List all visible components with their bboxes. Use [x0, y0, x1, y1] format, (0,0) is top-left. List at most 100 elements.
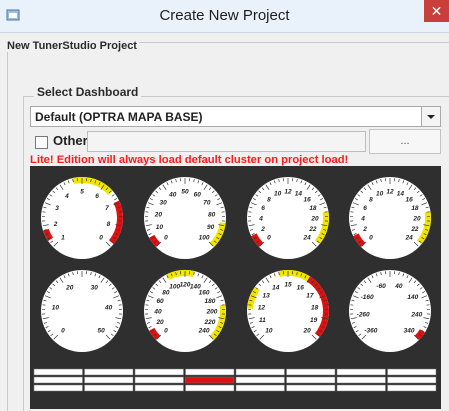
gauge-label: 12	[284, 189, 292, 196]
gauge-label: 24	[302, 235, 311, 242]
indicator-cell	[135, 385, 184, 391]
gauge-label: 20	[155, 319, 164, 326]
gauge-label: 40	[153, 309, 162, 316]
indicator-cell	[186, 385, 235, 391]
gauge-label: 80	[208, 211, 216, 218]
gauge-label: 220	[204, 319, 216, 326]
gauge-label: 10	[274, 191, 282, 198]
gauge-label: 12	[258, 304, 266, 311]
gauge-label: 8	[369, 196, 373, 203]
dropdown-button[interactable]	[421, 107, 440, 126]
gauge-label: 16	[405, 196, 413, 203]
gauge-label: 2	[260, 226, 265, 233]
gauge-label: 16	[303, 196, 311, 203]
gauge-label: 0	[61, 328, 65, 335]
gauge-label: 18	[309, 205, 317, 212]
gauge-label: 18	[311, 304, 319, 311]
gauge-label: 20	[65, 284, 74, 291]
indicator-cell	[388, 385, 437, 391]
gauge-label: 100	[199, 235, 210, 242]
close-button[interactable]: ✕	[424, 0, 449, 22]
dashboard-preview: 1234567800102030405060708090100024681012…	[30, 166, 441, 409]
gauge-label: 0	[99, 235, 103, 242]
gauge-label: 0	[164, 235, 168, 242]
gauge-label: 22	[410, 226, 419, 233]
dashboard-preview-canvas: 1234567800102030405060708090100024681012…	[30, 166, 441, 409]
browse-button[interactable]: ...	[369, 129, 441, 154]
indicator-cell	[34, 385, 83, 391]
gauge-label: 40	[394, 283, 403, 290]
gauge-label: 19	[310, 317, 318, 324]
other-label[interactable]: Other	[53, 133, 88, 148]
gauge-label: 4	[64, 193, 69, 200]
gauge-label: 140	[407, 294, 418, 301]
gauge-label: 6	[261, 205, 265, 212]
gauge-label: 60	[156, 298, 164, 305]
indicator-cell	[34, 369, 83, 375]
indicator-cell	[337, 377, 386, 383]
gauge-label: 20	[412, 216, 421, 223]
gauge-label: 24	[404, 235, 413, 242]
gauge-label: 2	[53, 221, 58, 228]
indicator-cell	[236, 385, 285, 391]
gauge-label: 50	[97, 328, 105, 335]
gauge-label: 20	[310, 216, 319, 223]
gauge-label: 340	[404, 328, 415, 335]
dashboard-select-value: Default (OPTRA MAPA BASE)	[35, 110, 203, 124]
gauge-label: 11	[259, 317, 266, 324]
title-bar: Create New Project ✕	[0, 0, 449, 33]
gauge-label: 6	[95, 193, 99, 200]
gauge-label: 0	[267, 235, 271, 242]
gauge-label: 20	[154, 211, 163, 218]
gauge-label: 1	[61, 235, 65, 242]
indicator-cell	[287, 377, 336, 383]
gauge: 01020304050	[41, 270, 123, 352]
window-title: Create New Project	[0, 7, 449, 24]
indicator-cell	[236, 377, 285, 383]
gauge: 024681012141618202224	[247, 177, 329, 259]
indicator-cell	[186, 369, 235, 375]
lite-edition-warning: Lite! Edition will always load default c…	[30, 154, 348, 166]
gauge-label: 18	[411, 205, 419, 212]
indicator-cell	[85, 369, 134, 375]
gauge: 0102030405060708090100	[144, 177, 226, 259]
gauge-label: 40	[168, 191, 177, 198]
gauge-label: 200	[206, 309, 218, 316]
gauge-label: 180	[205, 298, 216, 305]
other-checkbox[interactable]	[35, 136, 48, 149]
gauge-label: 50	[181, 189, 189, 196]
chevron-down-icon	[422, 107, 440, 126]
gauge-label: 10	[156, 224, 164, 231]
indicator-cell	[236, 369, 285, 375]
indicator-cell	[85, 385, 134, 391]
select-dashboard-legend: Select Dashboard	[34, 85, 141, 99]
gauge-label: 8	[107, 221, 111, 228]
gauge-label: 17	[306, 293, 314, 300]
gauge-label: 4	[360, 216, 365, 223]
gauge-label: 14	[397, 191, 405, 198]
gauge-label: 16	[297, 284, 305, 291]
gauge-label: 4	[258, 216, 263, 223]
gauge-label: 10	[376, 191, 384, 198]
gauge-label: 15	[284, 282, 292, 289]
gauge-label: 2	[362, 226, 367, 233]
gauge: -360-260-160-6040140240340	[349, 270, 431, 352]
gauge-label: 14	[295, 191, 303, 198]
indicator-cell	[135, 377, 184, 383]
indicator-cell	[186, 377, 235, 383]
gauge-label: -260	[357, 312, 370, 319]
indicator-cell	[135, 369, 184, 375]
gauge-label: 30	[160, 200, 168, 207]
gauge-label: 240	[198, 328, 210, 335]
gauge-label: 8	[267, 196, 271, 203]
gauge-label: 20	[302, 328, 311, 335]
gauge-label: 22	[308, 226, 317, 233]
dashboard-select[interactable]: Default (OPTRA MAPA BASE)	[30, 106, 441, 127]
gauge-label: 12	[386, 189, 394, 196]
gauge-label: 90	[207, 224, 215, 231]
indicator-cell	[85, 377, 134, 383]
new-project-legend: New TunerStudio Project	[7, 40, 139, 52]
gauge-label: 10	[52, 304, 60, 311]
gauge-label: -60	[376, 283, 386, 290]
gauge-label: 13	[263, 293, 271, 300]
